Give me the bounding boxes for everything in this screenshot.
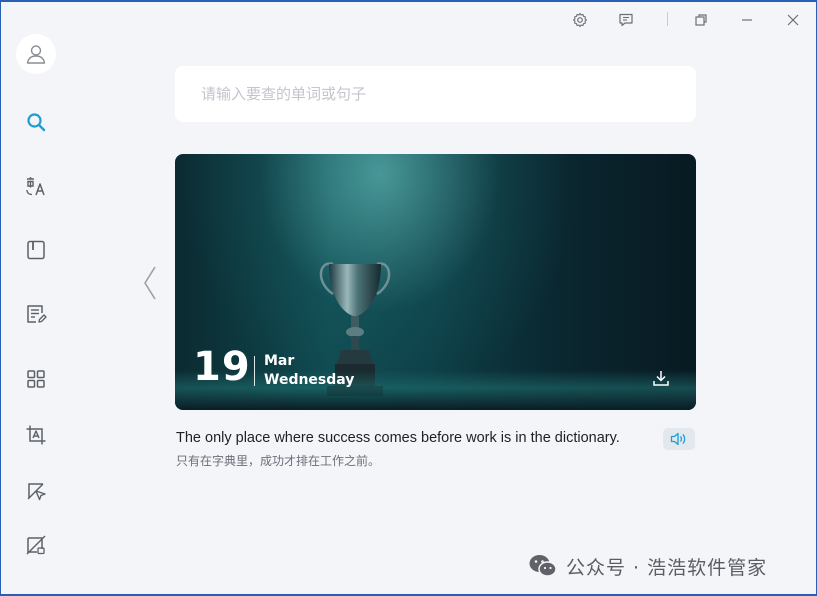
sidebar-item-search[interactable] xyxy=(20,106,52,138)
previous-arrow-button[interactable] xyxy=(139,264,161,302)
pointer-icon xyxy=(27,483,46,501)
feedback-icon[interactable] xyxy=(612,8,640,32)
grid-icon xyxy=(27,370,45,388)
date-weekday: Wednesday xyxy=(264,372,355,388)
chevron-left-icon xyxy=(144,266,156,300)
slash-icon xyxy=(26,535,46,555)
settings-icon[interactable] xyxy=(566,8,594,32)
restore-icon[interactable] xyxy=(687,8,715,32)
book-icon xyxy=(27,240,45,260)
speaker-icon xyxy=(670,432,686,446)
sidebar-item-notes[interactable] xyxy=(20,298,52,330)
sidebar-item-apps[interactable] xyxy=(20,363,52,395)
date-month: Mar xyxy=(264,353,295,369)
watermark: 公众号 · 浩浩软件管家 xyxy=(528,551,767,581)
wechat-icon xyxy=(529,555,557,577)
daily-sentence-english: The only place where success comes befor… xyxy=(176,430,620,446)
user-icon xyxy=(26,45,46,64)
search-icon xyxy=(27,113,46,132)
note-edit-icon xyxy=(27,305,47,323)
daily-sentence-card: 19 Mar Wednesday xyxy=(175,154,696,410)
download-icon xyxy=(653,371,669,386)
date-divider xyxy=(254,356,255,386)
minimize-icon[interactable] xyxy=(733,8,761,32)
crop-text-icon xyxy=(26,425,46,445)
search-input[interactable] xyxy=(175,66,696,122)
sidebar-item-translate[interactable] xyxy=(20,170,52,202)
watermark-text: 公众号 · 浩浩软件管家 xyxy=(566,556,768,579)
sidebar-item-screenshot-translate[interactable] xyxy=(20,419,52,451)
date-day: 19 xyxy=(193,344,251,390)
download-button[interactable] xyxy=(649,366,673,390)
titlebar-divider xyxy=(667,12,668,26)
sidebar-item-disable[interactable] xyxy=(20,529,52,561)
pronounce-button[interactable] xyxy=(663,428,695,450)
sidebar xyxy=(1,2,71,594)
sidebar-item-wordbook[interactable] xyxy=(20,234,52,266)
sidebar-item-pointer-translate[interactable] xyxy=(20,475,52,507)
translate-icon xyxy=(26,177,45,196)
daily-sentence-chinese: 只有在字典里，成功才排在工作之前。 xyxy=(176,454,381,468)
close-icon[interactable] xyxy=(779,8,807,32)
avatar[interactable] xyxy=(16,34,56,74)
app-window: 19 Mar Wednesday The only place where su… xyxy=(1,2,816,594)
